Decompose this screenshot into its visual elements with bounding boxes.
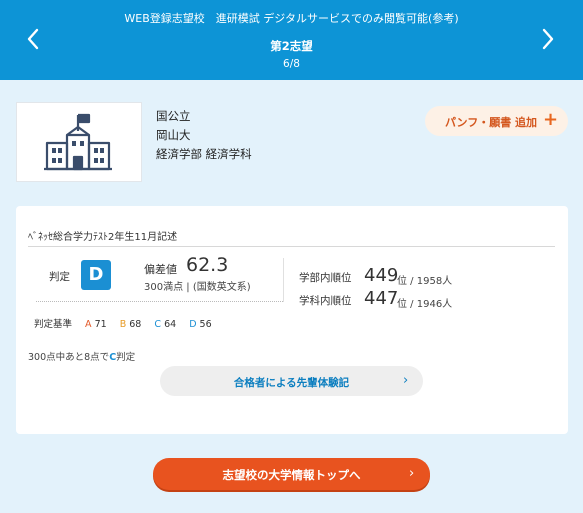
- test-name: ﾍﾞﾈｯｾ総合学力ﾃｽﾄ2年生11月記述: [28, 232, 178, 243]
- divider: [28, 246, 555, 247]
- school-type: 国公立: [156, 109, 191, 123]
- add-pamphlet-button[interactable]: パンフ・願書 追加 +: [425, 106, 568, 136]
- department-rank-label: 学科内順位: [299, 295, 352, 307]
- criteria-row: 判定基準 A 71 B 68 C 64 D 56: [34, 316, 212, 330]
- faculty-rank-unit: 位 / 1958人: [397, 276, 453, 287]
- university-top-label: 志望校の大学情報トップへ: [222, 468, 361, 482]
- school-info: 国公立 岡山大 経済学部 経済学科: [156, 107, 252, 164]
- criteria-item: A 71: [85, 319, 107, 330]
- points-needed-note: 300点中あと8点でC判定: [28, 352, 136, 363]
- criteria-item: D 56: [189, 319, 212, 330]
- chevron-right-icon[interactable]: [535, 26, 559, 52]
- hensachi-value: 62.3: [186, 254, 229, 276]
- faculty-rank-value: 449: [364, 265, 399, 286]
- judgement-label: 判定: [49, 271, 70, 283]
- score-note: 300満点 | (国数英文系): [144, 282, 251, 293]
- school-image: [16, 102, 142, 182]
- header-bar: WEB登録志望校 進研模試 デジタルサービスでのみ閲覧可能(参考) 第2志望 6…: [0, 0, 583, 80]
- experience-stories-label: 合格者による先輩体験記: [233, 377, 350, 389]
- criteria-item: B 68: [119, 319, 142, 330]
- dotted-divider: [36, 301, 283, 302]
- result-card: ﾍﾞﾈｯｾ総合学力ﾃｽﾄ2年生11月記述 判定 D 偏差値 62.3 300満点…: [16, 206, 568, 434]
- school-name: 岡山大: [156, 128, 191, 142]
- plus-icon: +: [543, 109, 559, 130]
- chevron-right-icon: ›: [409, 466, 415, 481]
- vertical-divider: [283, 258, 284, 302]
- department-rank-unit: 位 / 1946人: [397, 299, 453, 310]
- chevron-left-icon[interactable]: [22, 26, 46, 52]
- school-building-icon: [44, 113, 112, 171]
- university-top-button[interactable]: 志望校の大学情報トップへ ›: [153, 458, 430, 490]
- chevron-right-icon: ›: [403, 373, 409, 388]
- page-indicator: 6/8: [283, 58, 300, 70]
- faculty-rank-label: 学部内順位: [299, 272, 352, 284]
- add-pamphlet-label: パンフ・願書 追加: [445, 116, 538, 129]
- hensachi-label: 偏差値: [144, 263, 177, 276]
- criteria-item: C 64: [154, 319, 177, 330]
- criteria-label: 判定基準: [34, 319, 73, 330]
- grade-badge: D: [81, 260, 111, 290]
- experience-stories-button[interactable]: 合格者による先輩体験記 ›: [160, 366, 423, 396]
- school-department: 経済学部 経済学科: [156, 147, 252, 161]
- department-rank-value: 447: [364, 288, 399, 309]
- choice-title: 第2志望: [270, 39, 313, 53]
- header-subtitle: WEB登録志望校 進研模試 デジタルサービスでのみ閲覧可能(参考): [124, 12, 459, 25]
